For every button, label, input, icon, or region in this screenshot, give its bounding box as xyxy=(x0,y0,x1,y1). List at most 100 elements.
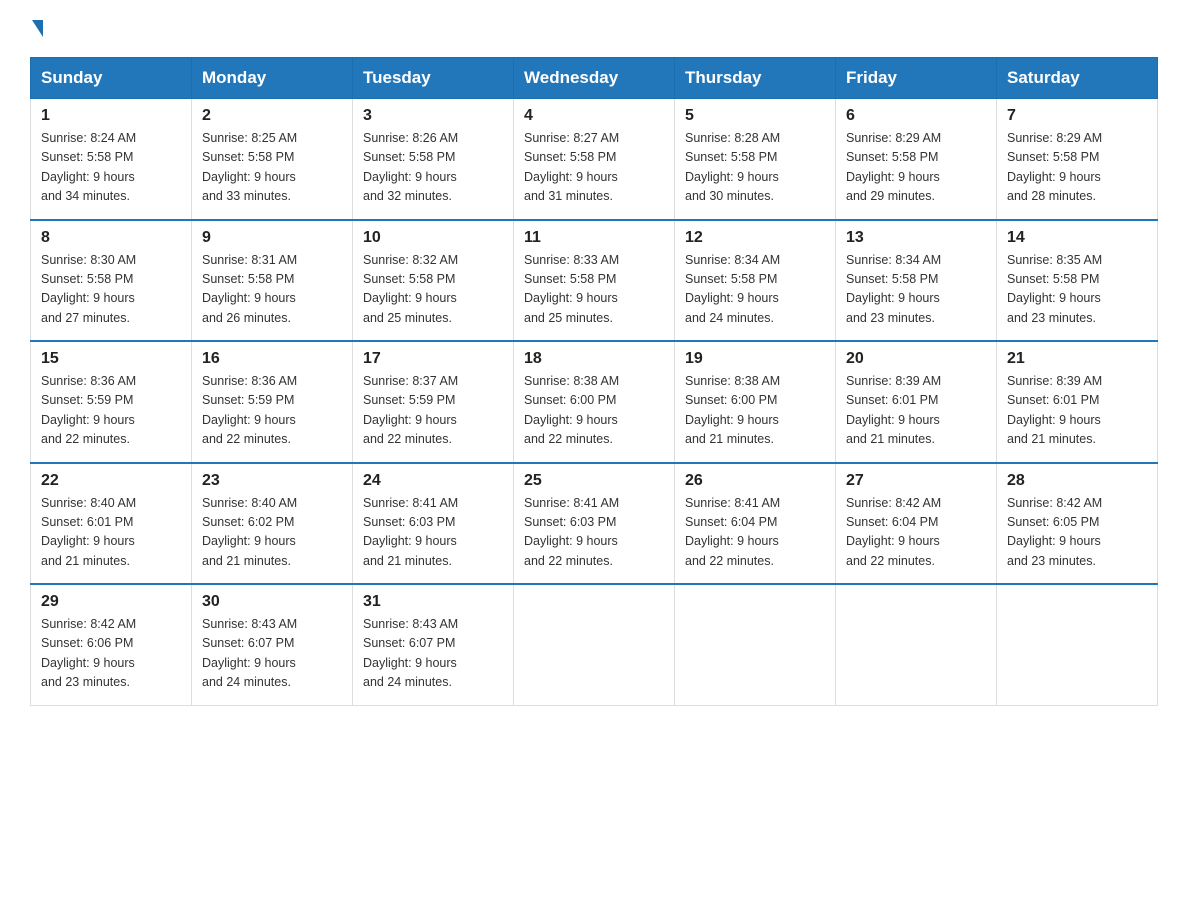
day-number: 18 xyxy=(524,350,664,368)
day-info: Sunrise: 8:42 AMSunset: 6:05 PMDaylight:… xyxy=(1007,496,1102,568)
day-number: 13 xyxy=(846,229,986,247)
day-info: Sunrise: 8:43 AMSunset: 6:07 PMDaylight:… xyxy=(202,617,297,689)
day-info: Sunrise: 8:39 AMSunset: 6:01 PMDaylight:… xyxy=(1007,374,1102,446)
day-cell-12: 12Sunrise: 8:34 AMSunset: 5:58 PMDayligh… xyxy=(675,220,836,342)
day-number: 7 xyxy=(1007,107,1147,125)
day-info: Sunrise: 8:33 AMSunset: 5:58 PMDaylight:… xyxy=(524,253,619,325)
week-row-5: 29 Sunrise: 8:42 AMSunset: 6:06 PMDayligh… xyxy=(31,584,1158,705)
day-number: 24 xyxy=(363,472,503,490)
day-cell-31: 31 Sunrise: 8:43 AMSunset: 6:07 PMDayligh… xyxy=(353,584,514,705)
day-number: 21 xyxy=(1007,350,1147,368)
day-number: 23 xyxy=(202,472,342,490)
day-number: 26 xyxy=(685,472,825,490)
day-cell-8: 8 Sunrise: 8:30 AMSunset: 5:58 PMDaylight… xyxy=(31,220,192,342)
day-info: Sunrise: 8:41 AMSunset: 6:03 PMDaylight:… xyxy=(524,496,619,568)
day-cell-19: 19 Sunrise: 8:38 AMSunset: 6:00 PMDayligh… xyxy=(675,341,836,463)
day-info: Sunrise: 8:42 AMSunset: 6:04 PMDaylight:… xyxy=(846,496,941,568)
day-info: Sunrise: 8:42 AMSunset: 6:06 PMDaylight:… xyxy=(41,617,136,689)
day-cell-1: 1Sunrise: 8:24 AMSunset: 5:58 PMDaylight… xyxy=(31,99,192,220)
day-number: 29 xyxy=(41,593,181,611)
day-info: Sunrise: 8:28 AMSunset: 5:58 PMDaylight:… xyxy=(685,131,780,203)
header-monday: Monday xyxy=(192,58,353,99)
day-info: Sunrise: 8:38 AMSunset: 6:00 PMDaylight:… xyxy=(524,374,619,446)
day-cell-16: 16 Sunrise: 8:36 AMSunset: 5:59 PMDayligh… xyxy=(192,341,353,463)
day-info: Sunrise: 8:32 AMSunset: 5:58 PMDaylight:… xyxy=(363,253,458,325)
day-number: 16 xyxy=(202,350,342,368)
day-cell-18: 18 Sunrise: 8:38 AMSunset: 6:00 PMDayligh… xyxy=(514,341,675,463)
day-cell-30: 30Sunrise: 8:43 AMSunset: 6:07 PMDayligh… xyxy=(192,584,353,705)
day-cell-25: 25 Sunrise: 8:41 AMSunset: 6:03 PMDayligh… xyxy=(514,463,675,585)
day-cell-24: 24 Sunrise: 8:41 AMSunset: 6:03 PMDayligh… xyxy=(353,463,514,585)
day-cell-17: 17 Sunrise: 8:37 AMSunset: 5:59 PMDayligh… xyxy=(353,341,514,463)
day-cell-13: 13 Sunrise: 8:34 AMSunset: 5:58 PMDayligh… xyxy=(836,220,997,342)
day-number: 3 xyxy=(363,107,503,125)
calendar-table: SundayMondayTuesdayWednesdayThursdayFrid… xyxy=(30,57,1158,706)
empty-cell xyxy=(997,584,1158,705)
day-cell-27: 27 Sunrise: 8:42 AMSunset: 6:04 PMDayligh… xyxy=(836,463,997,585)
page-header xyxy=(30,20,1158,39)
day-cell-5: 5 Sunrise: 8:28 AMSunset: 5:58 PMDaylight… xyxy=(675,99,836,220)
day-cell-22: 22 Sunrise: 8:40 AMSunset: 6:01 PMDayligh… xyxy=(31,463,192,585)
day-number: 20 xyxy=(846,350,986,368)
empty-cell xyxy=(514,584,675,705)
day-info: Sunrise: 8:35 AMSunset: 5:58 PMDaylight:… xyxy=(1007,253,1102,325)
day-number: 1 xyxy=(41,107,181,125)
day-number: 25 xyxy=(524,472,664,490)
day-info: Sunrise: 8:34 AMSunset: 5:58 PMDaylight:… xyxy=(685,253,780,325)
day-cell-28: 28Sunrise: 8:42 AMSunset: 6:05 PMDayligh… xyxy=(997,463,1158,585)
day-number: 9 xyxy=(202,229,342,247)
day-info: Sunrise: 8:40 AMSunset: 6:02 PMDaylight:… xyxy=(202,496,297,568)
header-saturday: Saturday xyxy=(997,58,1158,99)
logo xyxy=(30,20,43,39)
day-cell-4: 4 Sunrise: 8:27 AMSunset: 5:58 PMDaylight… xyxy=(514,99,675,220)
day-info: Sunrise: 8:37 AMSunset: 5:59 PMDaylight:… xyxy=(363,374,458,446)
day-number: 31 xyxy=(363,593,503,611)
week-row-4: 22 Sunrise: 8:40 AMSunset: 6:01 PMDayligh… xyxy=(31,463,1158,585)
day-info: Sunrise: 8:36 AMSunset: 5:59 PMDaylight:… xyxy=(202,374,297,446)
day-info: Sunrise: 8:41 AMSunset: 6:03 PMDaylight:… xyxy=(363,496,458,568)
day-number: 5 xyxy=(685,107,825,125)
day-cell-11: 11 Sunrise: 8:33 AMSunset: 5:58 PMDayligh… xyxy=(514,220,675,342)
day-number: 4 xyxy=(524,107,664,125)
day-number: 27 xyxy=(846,472,986,490)
day-info: Sunrise: 8:38 AMSunset: 6:00 PMDaylight:… xyxy=(685,374,780,446)
day-cell-26: 26 Sunrise: 8:41 AMSunset: 6:04 PMDayligh… xyxy=(675,463,836,585)
day-info: Sunrise: 8:34 AMSunset: 5:58 PMDaylight:… xyxy=(846,253,941,325)
day-cell-14: 14Sunrise: 8:35 AMSunset: 5:58 PMDayligh… xyxy=(997,220,1158,342)
day-number: 2 xyxy=(202,107,342,125)
week-row-2: 8 Sunrise: 8:30 AMSunset: 5:58 PMDaylight… xyxy=(31,220,1158,342)
day-info: Sunrise: 8:31 AMSunset: 5:58 PMDaylight:… xyxy=(202,253,297,325)
day-info: Sunrise: 8:40 AMSunset: 6:01 PMDaylight:… xyxy=(41,496,136,568)
day-cell-10: 10 Sunrise: 8:32 AMSunset: 5:58 PMDayligh… xyxy=(353,220,514,342)
day-number: 17 xyxy=(363,350,503,368)
day-number: 22 xyxy=(41,472,181,490)
day-number: 15 xyxy=(41,350,181,368)
day-info: Sunrise: 8:26 AMSunset: 5:58 PMDaylight:… xyxy=(363,131,458,203)
header-sunday: Sunday xyxy=(31,58,192,99)
header-wednesday: Wednesday xyxy=(514,58,675,99)
day-info: Sunrise: 8:27 AMSunset: 5:58 PMDaylight:… xyxy=(524,131,619,203)
logo-triangle-icon xyxy=(32,20,43,37)
day-cell-9: 9 Sunrise: 8:31 AMSunset: 5:58 PMDaylight… xyxy=(192,220,353,342)
day-info: Sunrise: 8:25 AMSunset: 5:58 PMDaylight:… xyxy=(202,131,297,203)
day-cell-21: 21 Sunrise: 8:39 AMSunset: 6:01 PMDayligh… xyxy=(997,341,1158,463)
empty-cell xyxy=(675,584,836,705)
day-cell-23: 23 Sunrise: 8:40 AMSunset: 6:02 PMDayligh… xyxy=(192,463,353,585)
day-info: Sunrise: 8:29 AMSunset: 5:58 PMDaylight:… xyxy=(846,131,941,203)
header-friday: Friday xyxy=(836,58,997,99)
day-number: 19 xyxy=(685,350,825,368)
day-number: 10 xyxy=(363,229,503,247)
day-info: Sunrise: 8:41 AMSunset: 6:04 PMDaylight:… xyxy=(685,496,780,568)
day-cell-20: 20 Sunrise: 8:39 AMSunset: 6:01 PMDayligh… xyxy=(836,341,997,463)
header-tuesday: Tuesday xyxy=(353,58,514,99)
empty-cell xyxy=(836,584,997,705)
day-cell-2: 2 Sunrise: 8:25 AMSunset: 5:58 PMDaylight… xyxy=(192,99,353,220)
day-info: Sunrise: 8:43 AMSunset: 6:07 PMDaylight:… xyxy=(363,617,458,689)
day-cell-7: 7Sunrise: 8:29 AMSunset: 5:58 PMDaylight… xyxy=(997,99,1158,220)
day-info: Sunrise: 8:30 AMSunset: 5:58 PMDaylight:… xyxy=(41,253,136,325)
day-info: Sunrise: 8:39 AMSunset: 6:01 PMDaylight:… xyxy=(846,374,941,446)
day-info: Sunrise: 8:36 AMSunset: 5:59 PMDaylight:… xyxy=(41,374,136,446)
day-number: 8 xyxy=(41,229,181,247)
day-number: 11 xyxy=(524,229,664,247)
calendar-header-row: SundayMondayTuesdayWednesdayThursdayFrid… xyxy=(31,58,1158,99)
